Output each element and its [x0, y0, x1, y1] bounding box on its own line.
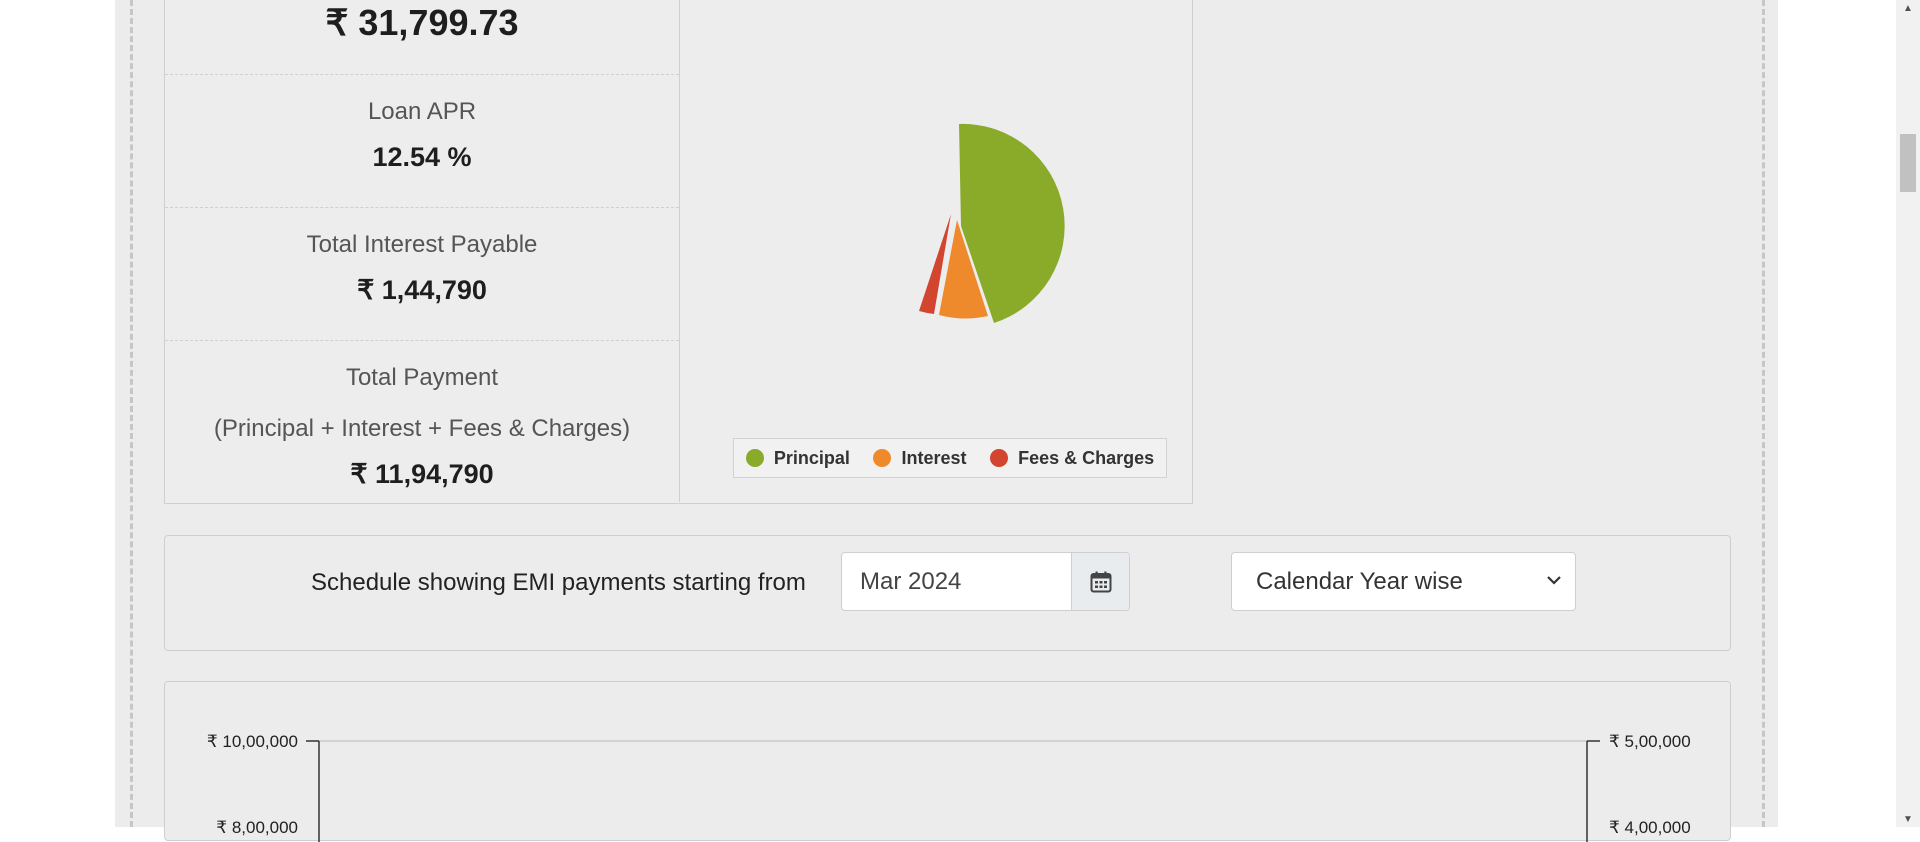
calendar-icon — [1090, 571, 1111, 592]
legend-item-principal[interactable]: Principal — [745, 447, 850, 469]
pie-chart-area: Principal Interest Fees & Charges — [679, 0, 1193, 502]
schedule-type-value: Calendar Year wise — [1256, 568, 1463, 595]
fees-dot-icon — [990, 449, 1009, 467]
interest-value: ₹ 1,44,790 — [357, 275, 487, 305]
right-tick-label-1: ₹ 4,00,000 — [1609, 818, 1691, 837]
calendar-button[interactable] — [1071, 553, 1129, 610]
principal-dot-icon — [745, 449, 764, 467]
results-panel: ₹ 31,799.73 Loan APR 12.54 % Total Inter… — [164, 0, 1193, 504]
start-date-input[interactable]: Mar 2024 — [841, 552, 1130, 611]
pie-legend: Principal Interest Fees & Charges — [733, 438, 1167, 478]
emi-value: ₹ 31,799.73 — [325, 2, 519, 43]
legend-label-fees: Fees & Charges — [1018, 447, 1155, 468]
legend-label-principal: Principal — [773, 447, 850, 468]
total-payment-stat: Total Payment (Principal + Interest + Fe… — [165, 341, 679, 502]
schedule-bar: Schedule showing EMI payments starting f… — [164, 535, 1731, 651]
legend-item-interest[interactable]: Interest — [873, 447, 967, 469]
total-payment-label-line2: (Principal + Interest + Fees & Charges) — [213, 415, 631, 442]
scroll-up-icon[interactable]: ▲ — [1896, 0, 1920, 16]
legend-item-fees[interactable]: Fees & Charges — [990, 448, 1154, 469]
total-payment-label-line1: Total Payment — [345, 364, 499, 391]
chevron-down-icon — [1547, 576, 1561, 585]
apr-stat: Loan APR 12.54 % — [165, 75, 679, 208]
scroll-down-icon[interactable]: ▼ — [1896, 811, 1920, 827]
results-summary: ₹ 31,799.73 Loan APR 12.54 % Total Inter… — [165, 0, 680, 502]
scroll-thumb[interactable] — [1900, 134, 1916, 192]
emi-stat: ₹ 31,799.73 — [165, 0, 679, 75]
interest-dot-icon — [873, 449, 892, 467]
dashed-border-left — [130, 0, 133, 827]
interest-label: Total Interest Payable — [306, 231, 538, 258]
pie-chart — [919, 123, 1065, 323]
left-tick-label-1: ₹ 8,00,000 — [216, 818, 298, 837]
right-tick-label-0: ₹ 5,00,000 — [1609, 732, 1691, 751]
payment-chart-axes: ₹ 10,00,000 ₹ 8,00,000 ₹ 5,00,000 ₹ 4,00… — [207, 732, 1691, 842]
apr-value: 12.54 % — [372, 142, 472, 172]
apr-label: Loan APR — [367, 98, 477, 125]
total-payment-value: ₹ 11,94,790 — [350, 459, 494, 489]
left-tick-label-0: ₹ 10,00,000 — [207, 732, 298, 751]
start-date-value[interactable]: Mar 2024 — [860, 568, 961, 596]
vertical-scrollbar[interactable]: ▲ ▼ — [1896, 0, 1920, 827]
payment-chart-panel: ₹ 10,00,000 ₹ 8,00,000 ₹ 5,00,000 ₹ 4,00… — [164, 681, 1731, 842]
dashed-border-right — [1762, 0, 1765, 827]
interest-stat: Total Interest Payable ₹ 1,44,790 — [165, 208, 679, 341]
legend-label-interest: Interest — [901, 447, 967, 468]
schedule-type-select[interactable]: Calendar Year wise — [1231, 552, 1576, 611]
schedule-label: Schedule showing EMI payments starting f… — [311, 569, 806, 596]
